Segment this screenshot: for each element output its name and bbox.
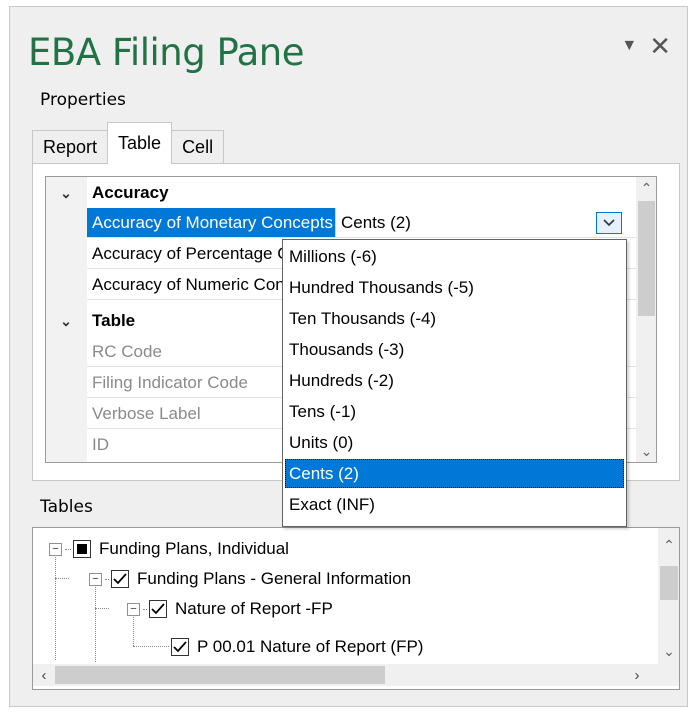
dropdown-option[interactable]: Ten Thousands (-4)	[285, 304, 624, 333]
dropdown-option[interactable]: Units (0)	[285, 428, 624, 457]
dropdown-arrow-icon[interactable]: ▼	[621, 37, 637, 55]
tables-label: Tables	[40, 497, 93, 517]
chevron-down-icon	[603, 219, 615, 227]
properties-label: Properties	[40, 90, 126, 110]
checkbox-checked[interactable]	[111, 570, 129, 588]
dropdown-option-selected[interactable]: Cents (2)	[285, 459, 624, 488]
property-value-text: Cents (2)	[341, 213, 411, 232]
collapse-icon[interactable]: −	[49, 542, 62, 556]
dropdown-option[interactable]: Exact (INF)	[285, 490, 624, 519]
scroll-corner	[648, 664, 679, 686]
dropdown-option[interactable]: Tens (-1)	[285, 397, 624, 426]
scroll-thumb[interactable]	[638, 201, 655, 316]
tree-node[interactable]: − Funding Plans - General Information	[89, 564, 411, 594]
pane-title: EBA Filing Pane	[28, 31, 305, 74]
property-grid-scrollbar[interactable]: ⌃ ⌄	[636, 177, 656, 462]
tree-node-label: Nature of Report -FP	[175, 599, 333, 618]
scroll-right-icon[interactable]: ›	[626, 664, 648, 686]
dropdown-option[interactable]: Millions (-6)	[285, 242, 624, 271]
chevron-down-icon[interactable]: ⌄	[58, 306, 74, 336]
chevron-down-icon[interactable]: ⌄	[58, 178, 74, 208]
dropdown-option[interactable]: Hundred Thousands (-5)	[285, 273, 624, 302]
tree-node-label: Funding Plans, Individual	[99, 539, 289, 558]
scroll-thumb[interactable]	[55, 666, 385, 684]
checkbox-partial[interactable]	[73, 540, 91, 558]
tab-table[interactable]: Table	[107, 122, 173, 164]
dropdown-button[interactable]	[596, 212, 622, 234]
collapse-icon[interactable]: −	[89, 572, 102, 586]
property-value[interactable]: Cents (2)	[335, 208, 626, 238]
scroll-down-icon[interactable]: ⌄	[636, 440, 656, 462]
pane-controls: ▼ ✕	[621, 33, 671, 59]
checkbox-checked[interactable]	[171, 638, 189, 656]
check-icon	[113, 573, 127, 585]
category-accuracy[interactable]: ⌄ Accuracy	[46, 178, 636, 208]
checkbox-checked[interactable]	[149, 600, 167, 618]
accuracy-dropdown-list: Millions (-6) Hundred Thousands (-5) Ten…	[282, 239, 627, 527]
close-icon[interactable]: ✕	[649, 33, 671, 59]
scroll-left-icon[interactable]: ‹	[33, 664, 55, 686]
collapse-icon[interactable]: −	[127, 602, 140, 616]
properties-tabs: Report Table Cell	[32, 122, 225, 164]
check-icon	[151, 603, 165, 615]
category-label: Accuracy	[92, 183, 169, 202]
tables-hscrollbar[interactable]: ‹ ›	[33, 664, 648, 686]
check-icon	[173, 641, 187, 653]
property-name[interactable]: Accuracy of Monetary Concepts	[87, 208, 335, 238]
tab-report[interactable]: Report	[32, 130, 109, 164]
tree-node[interactable]: P 00.01 Nature of Report (FP)	[171, 632, 423, 662]
property-row[interactable]: Accuracy of Monetary Concepts Cents (2)	[46, 208, 636, 238]
tree-node-label: P 00.01 Nature of Report (FP)	[197, 637, 424, 656]
tables-vscrollbar[interactable]: ⌃ ⌄	[658, 528, 679, 664]
scroll-up-icon[interactable]: ⌃	[636, 177, 656, 199]
scroll-down-icon[interactable]: ⌄	[658, 640, 679, 662]
scroll-thumb[interactable]	[660, 566, 678, 600]
tab-cell[interactable]: Cell	[171, 130, 225, 164]
tree-node-label: Funding Plans - General Information	[137, 569, 412, 588]
scroll-up-icon[interactable]: ⌃	[658, 534, 679, 556]
dropdown-option[interactable]: Hundreds (-2)	[285, 366, 624, 395]
tree-node[interactable]: − Nature of Report -FP	[127, 594, 333, 624]
tree-node[interactable]: − Funding Plans, Individual	[49, 534, 289, 564]
dropdown-option[interactable]: Thousands (-3)	[285, 335, 624, 364]
